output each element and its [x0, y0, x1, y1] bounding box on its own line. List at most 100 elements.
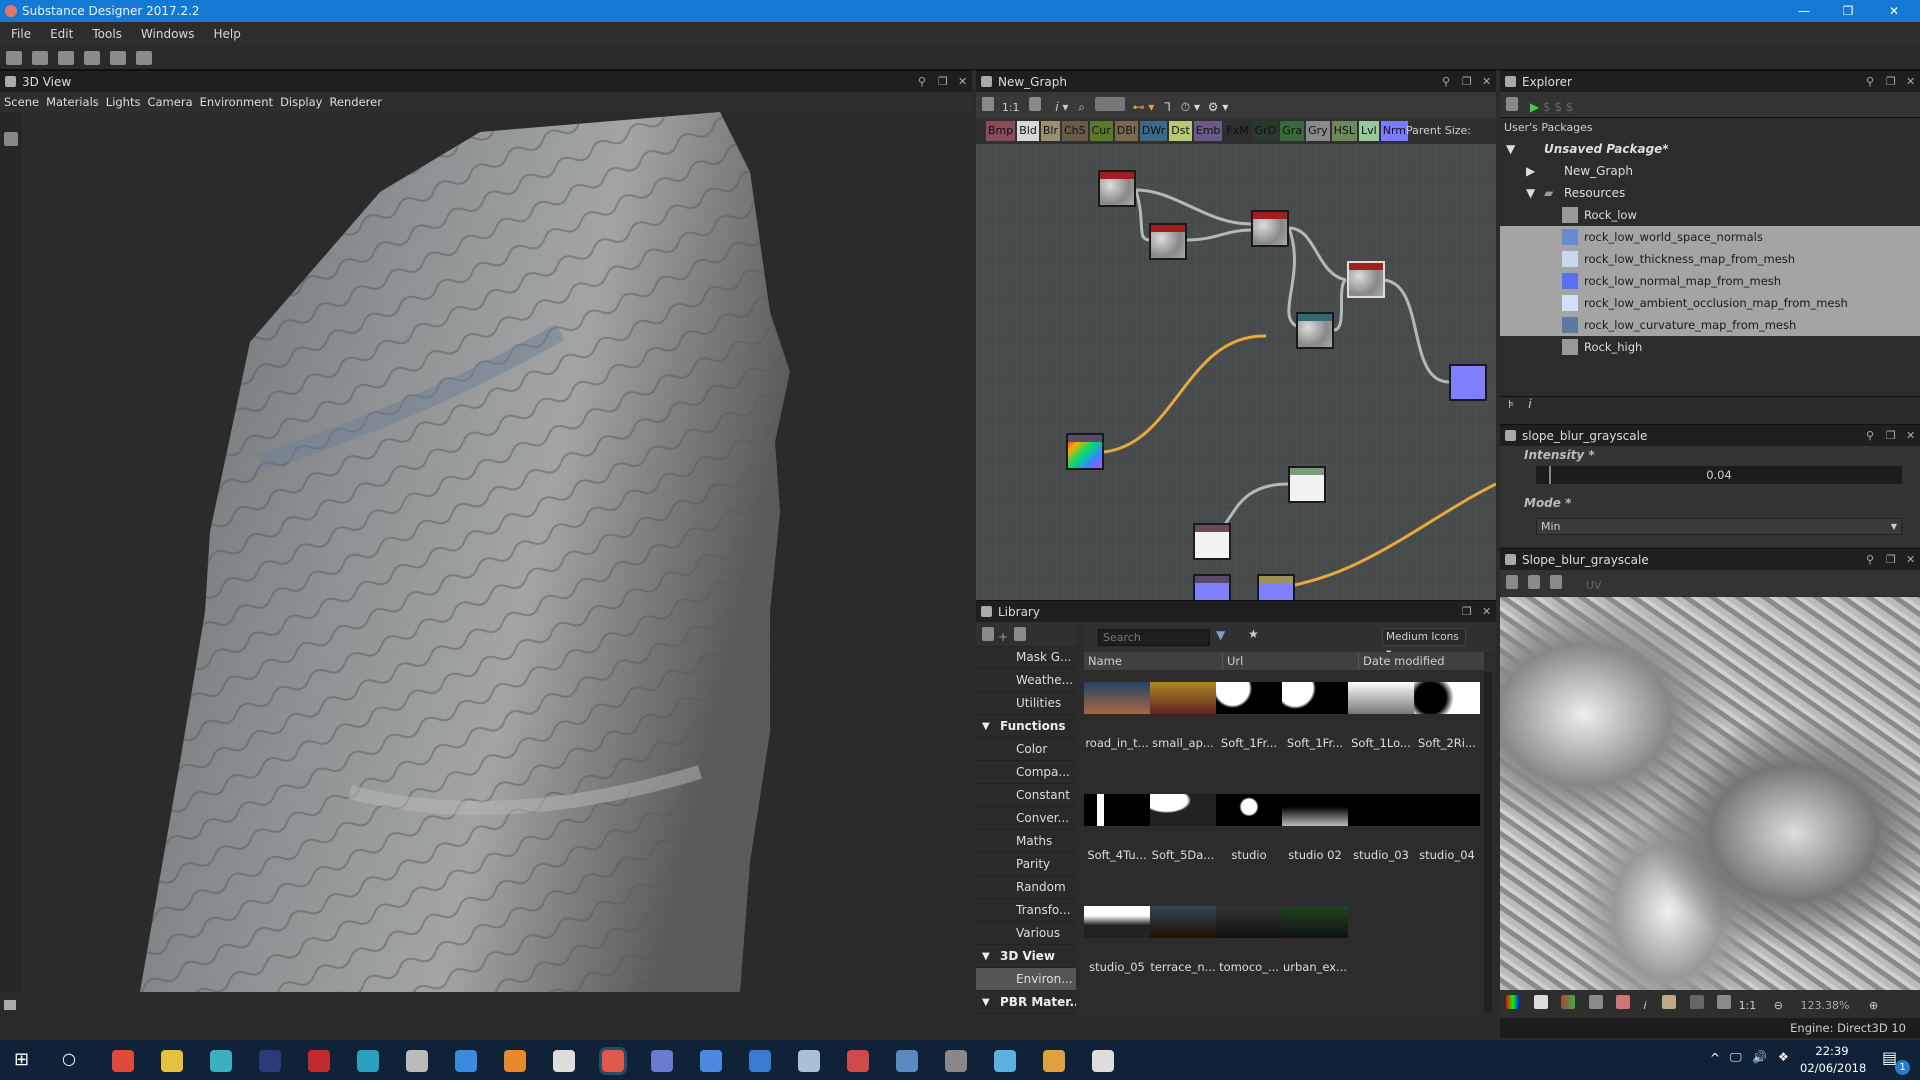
- library-item[interactable]: Soft_5Da...: [1150, 794, 1216, 862]
- substance-designer-icon[interactable]: [599, 1047, 627, 1075]
- library-item[interactable]: Soft_1Lo...: [1348, 682, 1414, 750]
- mode-dropdown[interactable]: Min ▼: [1536, 518, 1902, 535]
- save-icon[interactable]: [84, 51, 100, 65]
- app-dark-icon[interactable]: [945, 1050, 967, 1072]
- close-icon[interactable]: ✕: [1906, 71, 1915, 93]
- graph-node[interactable]: [1193, 574, 1231, 600]
- timer-icon[interactable]: ⏱ ▾: [1181, 100, 1200, 114]
- search-icon[interactable]: ○: [62, 1049, 76, 1068]
- node-button-chs[interactable]: ChS: [1061, 121, 1088, 141]
- resource-item[interactable]: rock_low_curvature_map_from_mesh: [1500, 314, 1920, 336]
- close-icon[interactable]: ✕: [1482, 601, 1491, 623]
- texture-preview[interactable]: [1500, 597, 1920, 990]
- graph-node[interactable]: [1257, 574, 1295, 600]
- column-url[interactable]: Url: [1222, 652, 1243, 670]
- library-scrollbar[interactable]: [1484, 672, 1492, 1012]
- menu-windows[interactable]: Windows: [130, 22, 203, 46]
- select-tool-icon[interactable]: [4, 132, 18, 146]
- menu-edit[interactable]: Edit: [39, 22, 81, 46]
- expand-icon[interactable]: ▶: [1526, 160, 1535, 182]
- search-input[interactable]: [1098, 629, 1210, 646]
- library-item[interactable]: terrace_n...: [1150, 906, 1216, 974]
- blender-icon[interactable]: [504, 1050, 526, 1072]
- collapse-icon[interactable]: ▼: [982, 715, 990, 737]
- menu-display[interactable]: Display: [276, 95, 325, 109]
- library-item[interactable]: studio_05: [1084, 906, 1150, 974]
- substance-painter-icon[interactable]: [847, 1050, 869, 1072]
- filter-icon[interactable]: ▼: [1216, 628, 1225, 642]
- transparency-icon[interactable]: [1533, 995, 1548, 1009]
- node-button-blr[interactable]: Blr: [1040, 121, 1060, 141]
- collapse-icon[interactable]: ▼: [982, 945, 990, 967]
- graph-node[interactable]: [1288, 466, 1326, 503]
- zoom-1-1-button[interactable]: 1:1: [1739, 999, 1757, 1012]
- chrome-icon[interactable]: [112, 1050, 134, 1072]
- new-substance-icon[interactable]: [6, 51, 22, 65]
- save-icon[interactable]: [1528, 575, 1540, 589]
- add-folder-icon[interactable]: [982, 627, 994, 641]
- node-button-fxm[interactable]: FxM: [1224, 121, 1251, 141]
- graph-node[interactable]: [1193, 523, 1231, 560]
- app-blue3-icon[interactable]: [749, 1050, 771, 1072]
- library-tree-item[interactable]: Utilities: [976, 692, 1076, 715]
- resource-item[interactable]: rock_low_normal_map_from_mesh: [1500, 270, 1920, 292]
- library-item[interactable]: Soft_2Ri...: [1414, 682, 1480, 750]
- folder-item[interactable]: ▼ ▰ Resources: [1500, 182, 1920, 204]
- photos-icon[interactable]: [1092, 1050, 1114, 1072]
- graph-node[interactable]: [1098, 170, 1136, 207]
- close-icon[interactable]: ✕: [1906, 549, 1915, 571]
- library-item[interactable]: road_in_t...: [1084, 682, 1150, 750]
- node-button-nrm[interactable]: Nrm: [1380, 121, 1409, 141]
- pin-icon[interactable]: ⚲: [1866, 71, 1874, 93]
- settings-icon[interactable]: ⚙ ▾: [1208, 100, 1229, 114]
- node-button-gry[interactable]: Gry: [1306, 121, 1330, 141]
- frame-icon[interactable]: ⅂: [1164, 100, 1171, 114]
- library-item[interactable]: studio_04: [1414, 794, 1480, 862]
- resource-item[interactable]: rock_low_thickness_map_from_mesh: [1500, 248, 1920, 270]
- parent-size-label[interactable]: Parent Size:: [1406, 118, 1471, 144]
- discord-icon[interactable]: [651, 1050, 673, 1072]
- node-button-bmp[interactable]: Bmp: [986, 121, 1016, 141]
- menu-environment[interactable]: Environment: [196, 95, 276, 109]
- library-item[interactable]: Soft_4Tu...: [1084, 794, 1150, 862]
- info-icon[interactable]: i: [1644, 999, 1647, 1012]
- float-icon[interactable]: ❐: [938, 71, 948, 93]
- menu-tools[interactable]: Tools: [81, 22, 130, 46]
- library-item[interactable]: studio 02: [1282, 794, 1348, 862]
- volume-icon[interactable]: 🔊: [1752, 1050, 1767, 1064]
- library-item[interactable]: studio_03: [1348, 794, 1414, 862]
- library-tree-item[interactable]: Environ...: [976, 968, 1076, 991]
- pin-icon[interactable]: ⚲: [918, 71, 926, 93]
- zoom-out-icon[interactable]: ⊖: [1774, 999, 1783, 1012]
- node-button-bld[interactable]: Bld: [1017, 121, 1039, 141]
- menu-lights[interactable]: Lights: [102, 95, 144, 109]
- tree-icon[interactable]: ⊧: [1508, 397, 1514, 411]
- library-item[interactable]: urban_ex...: [1282, 906, 1348, 974]
- add-icon[interactable]: +: [998, 630, 1008, 644]
- collapse-icon[interactable]: ▼: [1526, 182, 1535, 204]
- redo-icon[interactable]: [136, 51, 152, 65]
- histogram-icon[interactable]: [1662, 995, 1677, 1009]
- screenshot-icon[interactable]: [1029, 97, 1042, 111]
- app-blue-icon[interactable]: [455, 1050, 477, 1072]
- library-item[interactable]: Soft_1Fr...: [1216, 682, 1282, 750]
- explorer-icon[interactable]: [161, 1050, 183, 1072]
- library-tree-item[interactable]: Constant: [976, 784, 1076, 807]
- float-icon[interactable]: ❐: [1886, 71, 1896, 93]
- node-button-cur[interactable]: Cur: [1089, 121, 1113, 141]
- info-icon[interactable]: i ▾: [1055, 100, 1068, 114]
- app-blue2-icon[interactable]: [700, 1050, 722, 1072]
- publish-icon[interactable]: $ $ $: [1543, 100, 1574, 114]
- favorite-icon[interactable]: ★: [1248, 627, 1259, 641]
- graph-node-input[interactable]: [1066, 433, 1104, 470]
- dropbox-icon[interactable]: ❖: [1778, 1050, 1789, 1064]
- tree-icon[interactable]: [4, 1000, 16, 1010]
- library-tree-item[interactable]: ▼ PBR Mater...: [976, 991, 1076, 1014]
- close-icon[interactable]: ✕: [1906, 425, 1915, 447]
- resource-item[interactable]: rock_low_world_space_normals: [1500, 226, 1920, 248]
- view-mode-dropdown[interactable]: Medium Icons ▾: [1382, 628, 1466, 659]
- graph-node-output[interactable]: [1449, 364, 1487, 401]
- app-cyan-icon[interactable]: [357, 1050, 379, 1072]
- node-button-dst[interactable]: Dst: [1169, 121, 1192, 141]
- intensity-slider[interactable]: 0.04: [1536, 466, 1902, 484]
